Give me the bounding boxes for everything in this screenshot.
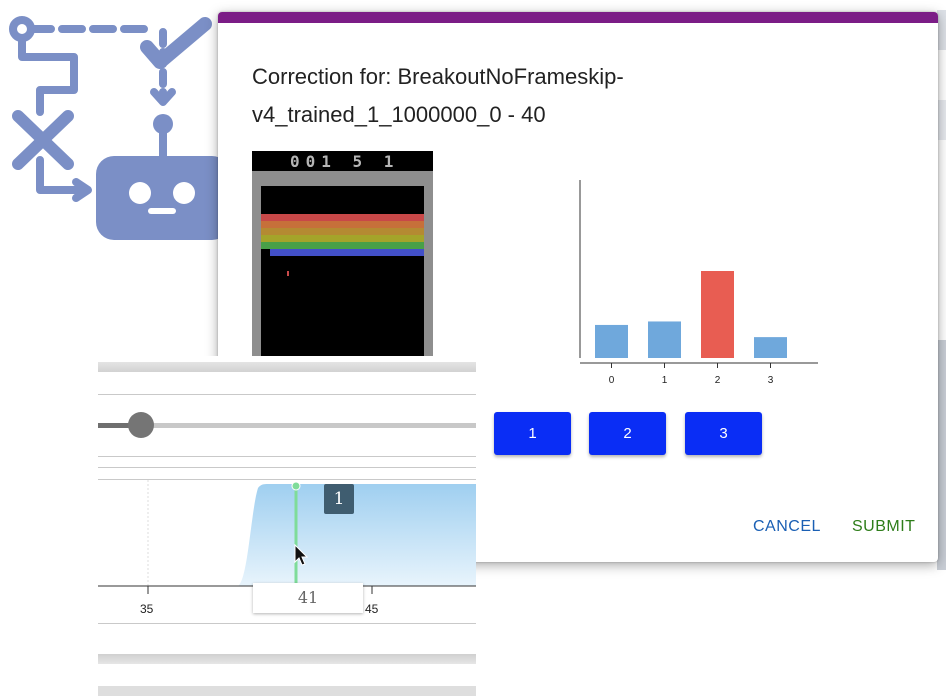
dialog-header-bar (218, 12, 938, 23)
brick-row (261, 214, 424, 221)
action-button-2[interactable]: 2 (589, 412, 666, 455)
axis-label-45: 45 (365, 602, 379, 616)
chart-tick-label: 1 (662, 375, 668, 386)
current-frame-marker-handle[interactable] (291, 481, 301, 491)
game-ball (287, 271, 289, 276)
action-button-3[interactable]: 3 (685, 412, 762, 455)
brick-row (261, 221, 424, 228)
action-probability-chart: 0 1 2 3 (579, 180, 818, 386)
chart-tick-label: 2 (715, 375, 721, 386)
timeline-area (238, 484, 476, 586)
divider (98, 467, 476, 468)
divider (98, 623, 476, 624)
score-band: 001 5 1 (252, 151, 433, 171)
game-wall-left (252, 171, 261, 356)
dialog-title: Correction for: BreakoutNoFrameskip-v4_t… (252, 64, 624, 127)
chart-bar-2 (701, 271, 734, 358)
chart-tick-label: 0 (609, 375, 615, 386)
mouse-cursor-icon (294, 544, 309, 566)
game-frame-image: 001 5 1 (252, 151, 433, 356)
current-frame-label: 41 (253, 583, 363, 613)
action-button-1[interactable]: 1 (494, 412, 571, 455)
slider-track[interactable] (141, 423, 476, 428)
chart-bar-0 (595, 324, 628, 358)
game-wall-top (252, 171, 433, 186)
background-panel-strip (937, 340, 946, 570)
divider (98, 394, 476, 395)
chart-bar-1 (648, 321, 681, 358)
timeline-bottom-band (98, 654, 476, 664)
chart-bar-3 (754, 337, 787, 358)
brick-row (270, 249, 424, 256)
game-score: 001 5 1 (290, 152, 400, 171)
slider-thumb[interactable] (128, 412, 154, 438)
submit-button[interactable]: SUBMIT (852, 518, 915, 536)
brick-row (261, 242, 424, 249)
brick-row (261, 235, 424, 242)
axis-label-35: 35 (140, 602, 154, 616)
timeline-bottom-band (98, 686, 476, 696)
background-panel-strip (937, 10, 946, 50)
robot-logo-icon (0, 0, 240, 250)
game-wall-right (424, 171, 433, 356)
cancel-button[interactable]: CANCEL (753, 518, 821, 536)
background-panel-strip (937, 100, 946, 140)
chart-tick-label: 3 (768, 375, 774, 386)
brick-row (261, 228, 424, 235)
timeline-top-band (98, 362, 476, 372)
frame-badge: 1 (324, 484, 354, 514)
timeline-panel: 1 35 40 45 41 (98, 356, 476, 696)
divider (98, 456, 476, 457)
